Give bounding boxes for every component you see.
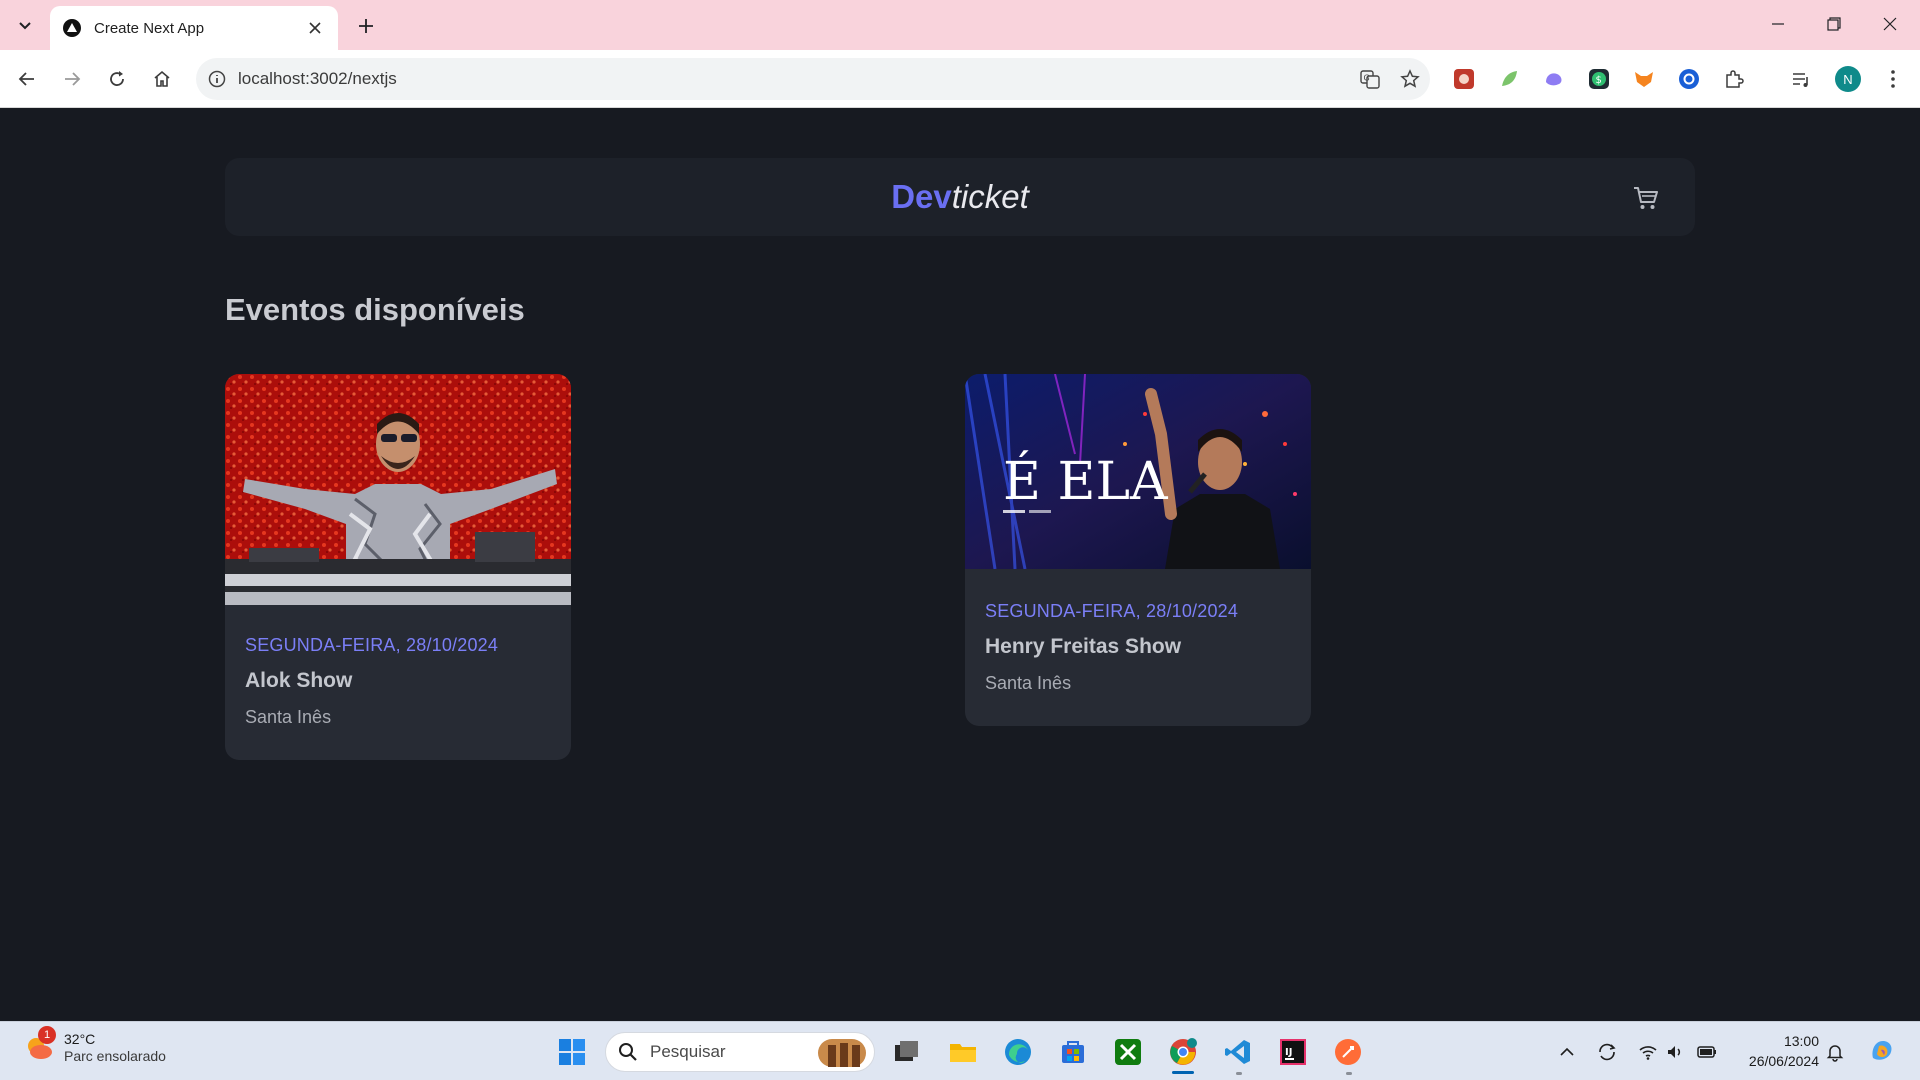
home-button[interactable] xyxy=(144,61,180,97)
microsoft-store-icon[interactable] xyxy=(1053,1032,1093,1072)
arrow-left-icon xyxy=(18,72,34,86)
close-icon xyxy=(309,22,321,34)
taskbar-search[interactable]: Pesquisar xyxy=(605,1032,875,1072)
tab-title: Create Next App xyxy=(94,19,205,37)
browser-menu-icon[interactable] xyxy=(1879,65,1907,93)
intellij-icon[interactable]: IJ xyxy=(1273,1032,1313,1072)
cart-icon[interactable] xyxy=(1631,183,1661,213)
tab-search-button[interactable] xyxy=(8,8,42,42)
svg-text:IJ: IJ xyxy=(1285,1047,1292,1058)
translate-icon[interactable]: G xyxy=(1350,59,1390,99)
close-window-button[interactable] xyxy=(1862,0,1918,48)
event-date: SEGUNDA-FEIRA, 28/10/2024 xyxy=(985,601,1239,621)
search-highlight-image-icon xyxy=(818,1039,866,1067)
event-image-title: É ELA xyxy=(1003,450,1169,512)
home-icon xyxy=(154,70,170,87)
system-clock[interactable]: 13:00 26/06/2024 xyxy=(1735,1031,1819,1071)
edge-browser-icon[interactable] xyxy=(998,1032,1038,1072)
volume-icon[interactable] xyxy=(1663,1040,1687,1064)
logo-ticket-text: ticket xyxy=(951,178,1029,215)
clock-time: 13:00 xyxy=(1783,1033,1819,1049)
devticket-logo[interactable]: Devticket xyxy=(225,178,1695,216)
tab-close-button[interactable] xyxy=(304,17,326,39)
active-tab[interactable]: Create Next App xyxy=(50,6,338,50)
address-bar[interactable]: localhost:3002/nextjs G xyxy=(196,58,1430,100)
profile-avatar[interactable]: N xyxy=(1835,66,1861,92)
postman-running-indicator xyxy=(1346,1072,1352,1075)
arrow-right-icon xyxy=(65,72,81,86)
browser-toolbar: localhost:3002/nextjs G $ xyxy=(0,50,1920,108)
nextjs-favicon-icon xyxy=(63,19,81,37)
vscode-icon[interactable] xyxy=(1218,1032,1258,1072)
event-location: Santa Inês xyxy=(245,707,332,727)
restore-icon xyxy=(1827,17,1841,31)
url-text[interactable]: localhost:3002/nextjs xyxy=(238,69,1350,89)
new-tab-button[interactable] xyxy=(350,10,382,42)
event-image xyxy=(225,374,571,605)
clock-date: 26/06/2024 xyxy=(1748,1053,1819,1069)
page-title: Eventos disponíveis xyxy=(225,292,525,327)
file-explorer-icon[interactable] xyxy=(943,1032,983,1072)
event-image: É ELA xyxy=(965,374,1311,569)
postman-icon[interactable] xyxy=(1328,1032,1368,1072)
wifi-icon[interactable] xyxy=(1636,1040,1660,1064)
weather-badge: 1 xyxy=(38,1026,56,1044)
extensions-puzzle-icon[interactable] xyxy=(1720,65,1748,93)
restore-button[interactable] xyxy=(1806,0,1862,48)
battery-icon[interactable] xyxy=(1695,1040,1719,1064)
extension-circle-icon[interactable] xyxy=(1675,65,1703,93)
taskbar-search-placeholder: Pesquisar xyxy=(650,1042,726,1061)
extension-leaf-icon[interactable] xyxy=(1495,65,1523,93)
minimize-button[interactable] xyxy=(1750,0,1806,48)
reload-icon xyxy=(110,71,124,86)
bookmark-star-icon[interactable] xyxy=(1390,59,1430,99)
forward-button[interactable] xyxy=(54,61,90,97)
copilot-icon[interactable] xyxy=(1866,1035,1898,1067)
notification-bell-icon[interactable] xyxy=(1823,1040,1847,1064)
search-icon xyxy=(619,1043,637,1061)
media-control-icon[interactable] xyxy=(1787,65,1815,93)
extension-red-icon[interactable] xyxy=(1450,65,1478,93)
page-content: Devticket Eventos disponíveis SEGUNDA-FE… xyxy=(0,109,1920,1021)
chrome-icon[interactable] xyxy=(1163,1032,1203,1072)
logo-dev-text: Dev xyxy=(891,178,952,215)
browser-tab-strip: Create Next App xyxy=(0,0,1920,50)
chrome-active-indicator xyxy=(1172,1071,1194,1074)
weather-description: Parc ensolarado xyxy=(64,1047,166,1064)
windows-taskbar: 1 32°C Parc ensolarado Pesquisar IJ 13:0… xyxy=(0,1021,1920,1080)
sync-icon[interactable] xyxy=(1595,1040,1619,1064)
weather-widget[interactable]: 1 32°C Parc ensolarado xyxy=(22,1026,166,1064)
weather-temperature: 32°C xyxy=(64,1030,96,1047)
minimize-icon xyxy=(1772,23,1784,25)
event-name: Alok Show xyxy=(245,669,353,692)
plus-icon xyxy=(359,19,373,33)
extension-dollar-icon[interactable]: $ xyxy=(1585,65,1613,93)
back-button[interactable] xyxy=(9,61,45,97)
event-card[interactable]: É ELA SEGUNDA-FEIRA, 28/10/2024 Henry Fr… xyxy=(965,374,1311,726)
site-header: Devticket xyxy=(225,158,1695,236)
weather-sun-cloud-icon: 1 xyxy=(22,1026,56,1064)
event-date: SEGUNDA-FEIRA, 28/10/2024 xyxy=(245,635,499,655)
close-icon xyxy=(1883,17,1897,31)
site-info-icon[interactable] xyxy=(196,58,238,100)
svg-text:$: $ xyxy=(1596,75,1602,86)
event-card[interactable]: SEGUNDA-FEIRA, 28/10/2024 Alok Show Sant… xyxy=(225,374,571,760)
chevron-up-icon[interactable] xyxy=(1555,1040,1579,1064)
chevron-down-icon xyxy=(19,22,31,30)
extension-purple-icon[interactable] xyxy=(1540,65,1568,93)
reload-button[interactable] xyxy=(99,61,135,97)
task-view-icon[interactable] xyxy=(886,1032,926,1072)
xbox-icon[interactable] xyxy=(1108,1032,1148,1072)
svg-text:G: G xyxy=(1364,74,1370,83)
windows-start-icon[interactable] xyxy=(552,1032,592,1072)
event-location: Santa Inês xyxy=(985,673,1072,693)
vscode-running-indicator xyxy=(1236,1072,1242,1075)
extension-fox-icon[interactable] xyxy=(1630,65,1658,93)
event-name: Henry Freitas Show xyxy=(985,635,1182,658)
